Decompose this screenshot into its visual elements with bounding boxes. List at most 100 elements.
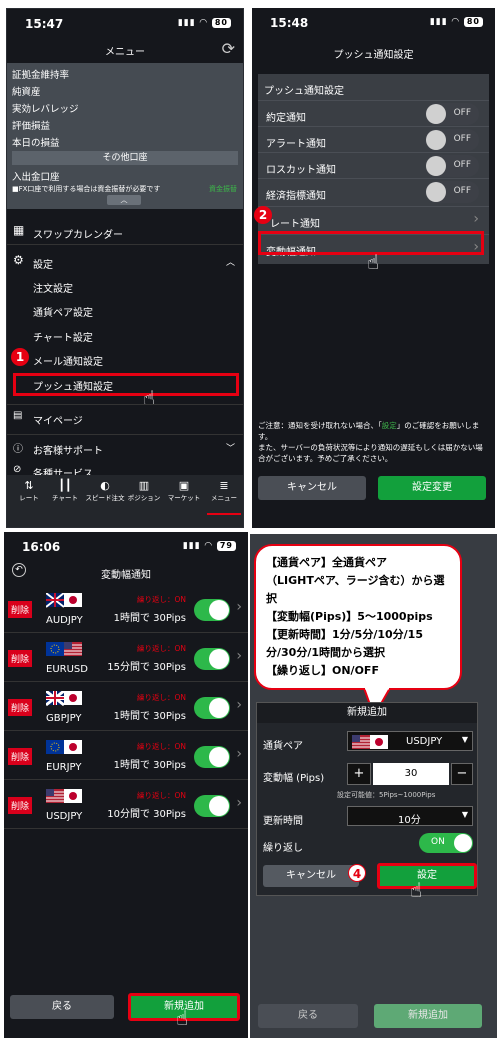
menu-chart-settings[interactable]: チャート設定: [33, 329, 243, 349]
currency-pair-select[interactable]: USDJPY ▼: [347, 731, 473, 751]
active-tab-indicator: [207, 513, 241, 515]
save-settings-button[interactable]: 設定変更: [378, 476, 486, 500]
caution-text: ご注意：通知を受け取れない場合、「: [258, 421, 382, 430]
alert-toggle[interactable]: [194, 795, 230, 817]
add-new-button[interactable]: 新規追加: [374, 1004, 482, 1028]
toggle-switch[interactable]: OFF: [425, 155, 479, 177]
status-time: 16:06: [22, 540, 61, 554]
range-hint: 設定可能値：5Pips~1000Pips: [337, 791, 436, 799]
tab-label: ポジション: [127, 494, 161, 502]
alert-row[interactable]: 削除 EURJPY 繰り返し：ON 1時間で 30Pips ›: [4, 734, 248, 780]
bubble-line: 【通貨ペア】全通貨ペア: [266, 556, 387, 569]
collapse-icon[interactable]: ︿: [107, 195, 141, 205]
select-value: USDJPY: [406, 736, 443, 747]
menu-swap-calendar[interactable]: ▦ スワップカレンダー: [7, 219, 243, 245]
speed-icon: ◐: [100, 479, 110, 492]
tap-hand-icon: ☝: [176, 1006, 189, 1030]
alert-row[interactable]: 削除 AUDJPY 繰り返し：ON 1時間で 30Pips ›: [4, 587, 248, 633]
page-title: 変動幅通知: [101, 570, 151, 581]
delete-button[interactable]: 削除: [8, 699, 33, 716]
repeat-status: 繰り返し：ON: [136, 791, 186, 800]
alert-row[interactable]: 削除 USDJPY 繰り返し：ON 10分間で 30Pips ›: [4, 783, 248, 829]
menu-label: マイページ: [33, 416, 83, 427]
services-icon: ⊘: [13, 464, 22, 475]
tab-label: スピード注文: [85, 494, 125, 502]
cancel-button[interactable]: キャンセル: [258, 476, 366, 500]
menu-settings[interactable]: ⚙ 設定 ︿: [7, 249, 243, 275]
chevron-down-icon: ﹀: [225, 444, 235, 454]
toggle-row: 経済指標通知 OFF: [258, 178, 489, 204]
toggle-switch[interactable]: OFF: [425, 103, 479, 125]
status-bar: 15:47 ▮▮▮ ◠ 80: [7, 9, 243, 39]
summary-item: 証拠金維持率: [12, 70, 70, 81]
delete-button[interactable]: 削除: [8, 650, 33, 667]
pair-label: EURJPY: [46, 762, 82, 773]
range-input[interactable]: 30: [373, 763, 449, 785]
menu-mail-settings[interactable]: メール通知設定: [33, 353, 243, 373]
delete-button[interactable]: 削除: [8, 748, 33, 765]
toggle-label: 経済指標通知: [266, 191, 326, 202]
transfer-link[interactable]: 資金振替: [209, 184, 237, 194]
signal-wifi-battery-icon: ▮▮▮ ◠ 79: [183, 541, 236, 551]
increment-button[interactable]: +: [347, 763, 371, 785]
caution-settings-link[interactable]: 設定: [382, 421, 397, 430]
menu-screen: 15:47 ▮▮▮ ◠ 80 メニュー ⟳ 証拠金維持率 純資産 実効レバレッジ …: [6, 8, 244, 528]
tab-bar: ⇅ レート ┃┃ チャート ◐ スピード注文 ▥ ポジション ▣ マーケット ≣ メニュー: [7, 475, 243, 527]
other-account-header: その他口座: [12, 151, 238, 165]
menu-services[interactable]: ⊘ 各種サービス: [7, 461, 243, 475]
decrement-button[interactable]: −: [451, 763, 473, 785]
status-time: 15:48: [270, 16, 309, 30]
gbp-jpy-flag-icon: [46, 691, 82, 707]
row-label: レート通知: [270, 219, 320, 230]
help-icon: ⓘ: [13, 444, 23, 455]
tab-market[interactable]: ▣ マーケット: [165, 479, 203, 502]
chevron-right-icon: ›: [236, 795, 242, 811]
repeat-toggle[interactable]: ON: [419, 833, 473, 853]
toggle-state: OFF: [453, 108, 471, 118]
tab-speed-order[interactable]: ◐ スピード注文: [85, 479, 125, 502]
chart-icon: ┃┃: [58, 479, 72, 492]
battery-level: 79: [216, 541, 236, 551]
menu-support[interactable]: ⓘ お客様サポート ﹀: [7, 434, 243, 460]
summary-item: 実効レバレッジ: [12, 104, 79, 115]
page-title: メニュー: [105, 47, 145, 58]
alert-toggle[interactable]: [194, 648, 230, 670]
field-label: 変動幅 (Pips): [263, 773, 325, 784]
tab-menu[interactable]: ≣ メニュー: [207, 479, 241, 502]
alert-toggle[interactable]: [194, 746, 230, 768]
cancel-button[interactable]: キャンセル: [263, 865, 359, 887]
confirm-button[interactable]: 設定: [377, 863, 477, 889]
alert-toggle[interactable]: [194, 599, 230, 621]
period-label: 10分間で 30Pips: [107, 809, 186, 820]
tab-position[interactable]: ▥ ポジション: [127, 479, 161, 502]
back-button[interactable]: 戻る: [10, 995, 114, 1019]
chevron-right-icon: ›: [236, 746, 242, 762]
caution-note: ご注意：通知を受け取れない場合、「設定」のご確認をお願いします。 また、サーバー…: [258, 420, 489, 464]
toggle-switch[interactable]: OFF: [425, 129, 479, 151]
refresh-icon[interactable]: ⟳: [222, 39, 235, 58]
battery-level: 80: [211, 18, 231, 28]
menu-pair-settings[interactable]: 通貨ペア設定: [33, 304, 243, 324]
tab-chart[interactable]: ┃┃ チャート: [51, 479, 79, 502]
menu-order-settings[interactable]: 注文設定: [33, 280, 243, 300]
rate-notification-row[interactable]: レート通知 ›: [258, 206, 489, 232]
menu-mypage[interactable]: ▤ マイページ: [7, 404, 243, 430]
dropdown-arrow-icon: ▼: [461, 810, 468, 819]
step-number: 2: [254, 206, 272, 224]
bubble-line: 【繰り返し】ON/OFF: [266, 664, 379, 677]
eur-usd-flag-icon: [46, 642, 82, 656]
tab-rate[interactable]: ⇅ レート: [15, 479, 43, 502]
position-icon: ▥: [138, 479, 150, 492]
back-button[interactable]: 戻る: [258, 1004, 358, 1028]
alert-toggle[interactable]: [194, 697, 230, 719]
alert-row[interactable]: 削除 GBPJPY 繰り返し：ON 1時間で 30Pips ›: [4, 685, 248, 731]
toggle-label: ロスカット通知: [266, 165, 336, 176]
delete-button[interactable]: 削除: [8, 797, 33, 814]
menu-label: 設定: [33, 260, 53, 271]
delete-button[interactable]: 削除: [8, 601, 33, 618]
toggle-switch[interactable]: OFF: [425, 181, 479, 203]
alert-row[interactable]: 削除 EURUSD 繰り返し：ON 15分間で 30Pips ›: [4, 636, 248, 682]
menu-icon: ≣: [219, 479, 229, 492]
dialog-title: 新規追加: [257, 703, 477, 723]
update-time-select[interactable]: 10分 ▼: [347, 806, 473, 826]
